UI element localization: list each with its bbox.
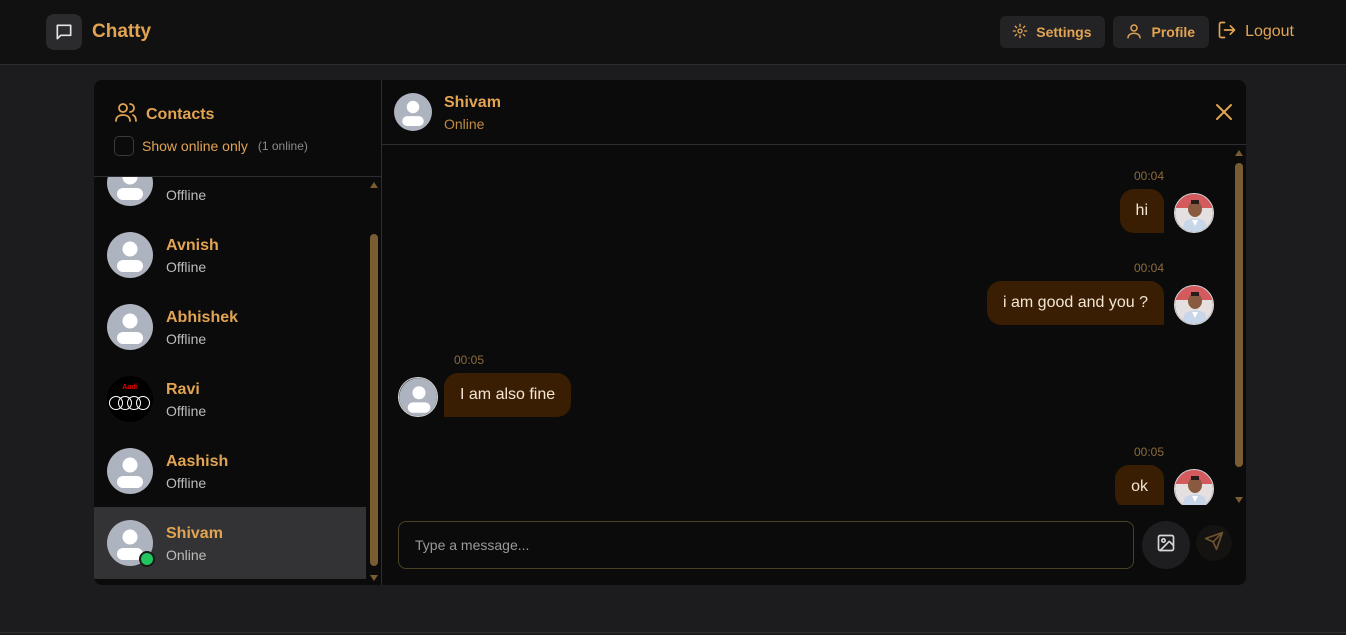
settings-label: Settings [1036,24,1092,40]
contacts-title: Contacts [114,100,214,129]
online-indicator [139,551,155,567]
message-time: 00:04 [1134,169,1165,183]
show-online-label: Show online only [142,138,248,154]
send-icon [1204,531,1224,556]
scrollbar-thumb[interactable] [370,234,378,566]
message-list: 00:04 hi 00:04 i am good and you ? 00:05… [382,145,1246,505]
avatar [1174,469,1214,505]
contact-item[interactable]: Offline [94,177,366,219]
contacts-label: Contacts [146,105,215,123]
contacts-sidebar: Contacts Show online only (1 online) Off… [94,80,382,585]
avatar [398,377,438,417]
avatar [107,448,153,494]
contact-item[interactable]: Abhishek Offline [94,291,366,363]
message-bubble: hi [1119,189,1164,233]
message-time: 00:04 [1134,261,1165,275]
gear-icon [1012,23,1028,42]
avatar [1174,193,1214,233]
messages-scrollbar[interactable] [1232,149,1246,503]
scrollbar-thumb[interactable] [1235,163,1243,467]
contact-name: Shivam [166,525,223,542]
avatar [107,232,153,278]
message-time: 00:05 [454,353,485,367]
divider [0,632,1346,633]
online-filter[interactable]: Show online only (1 online) [114,136,308,156]
message-bubble: I am also fine [444,373,572,417]
close-chat-button[interactable] [1214,102,1234,122]
logout-button[interactable]: Logout [1217,20,1294,45]
message-bubble: ok [1115,465,1164,505]
contact-status: Online [166,547,207,563]
contact-status: Offline [166,475,207,491]
contacts-scrollbar[interactable] [367,177,381,585]
message-composer [382,505,1246,585]
top-navbar: Chatty Settings Profile Logout [0,0,1346,65]
settings-button[interactable]: Settings [1000,16,1106,48]
contact-name: Ravi [166,381,200,398]
message-input[interactable] [398,521,1134,569]
contact-item[interactable]: Aashish Offline [94,435,366,507]
scroll-down-arrow[interactable] [1235,497,1243,503]
online-count: (1 online) [257,139,308,153]
send-button[interactable] [1196,525,1232,561]
avatar [107,304,153,350]
chat-header: Shivam Online [382,80,1246,145]
contact-status: Offline [166,187,207,203]
logout-label: Logout [1245,23,1294,40]
avatar [107,177,153,206]
message-time: 00:05 [1134,445,1165,459]
scroll-up-arrow[interactable] [1235,150,1243,156]
chat-contact-name: Shivam [444,94,501,111]
chat-panel: Shivam Online 00:04 hi 00:04 i am good a… [382,80,1246,585]
avatar [1174,285,1214,325]
audi-logo-avatar: Audi [107,376,153,422]
scroll-down-arrow[interactable] [370,575,378,581]
chat-contact-status: Online [444,116,485,132]
svg-text:Audi: Audi [122,384,138,391]
contact-name: Aashish [166,453,229,470]
profile-button[interactable]: Profile [1113,16,1210,48]
contact-item[interactable]: Avnish Offline [94,219,366,291]
contact-name: Abhishek [166,309,239,326]
contact-name: Avnish [166,237,219,254]
contact-item[interactable]: Audi Ravi Offline [94,363,366,435]
scroll-up-arrow[interactable] [370,182,378,188]
contact-status: Offline [166,331,207,347]
logout-icon [1217,20,1237,45]
message-bubble: i am good and you ? [987,281,1164,325]
brand[interactable]: Chatty [46,14,151,50]
contact-status: Offline [166,403,207,419]
attach-image-button[interactable] [1142,521,1190,569]
show-online-checkbox[interactable] [114,136,134,156]
contact-list: Offline Avnish Offline Abhishek Offline … [94,177,367,585]
chat-bubble-icon [46,14,82,50]
users-icon [114,100,138,129]
avatar [394,93,432,131]
app-name: Chatty [92,21,152,42]
image-icon [1156,533,1176,558]
profile-label: Profile [1151,24,1196,40]
close-icon [1214,104,1234,126]
sidebar-header: Contacts Show online only (1 online) [94,80,381,177]
contact-status: Offline [166,259,207,275]
contact-item-selected[interactable]: Shivam Online [94,507,366,579]
user-icon [1125,22,1143,43]
chat-container: Contacts Show online only (1 online) Off… [94,80,1246,585]
